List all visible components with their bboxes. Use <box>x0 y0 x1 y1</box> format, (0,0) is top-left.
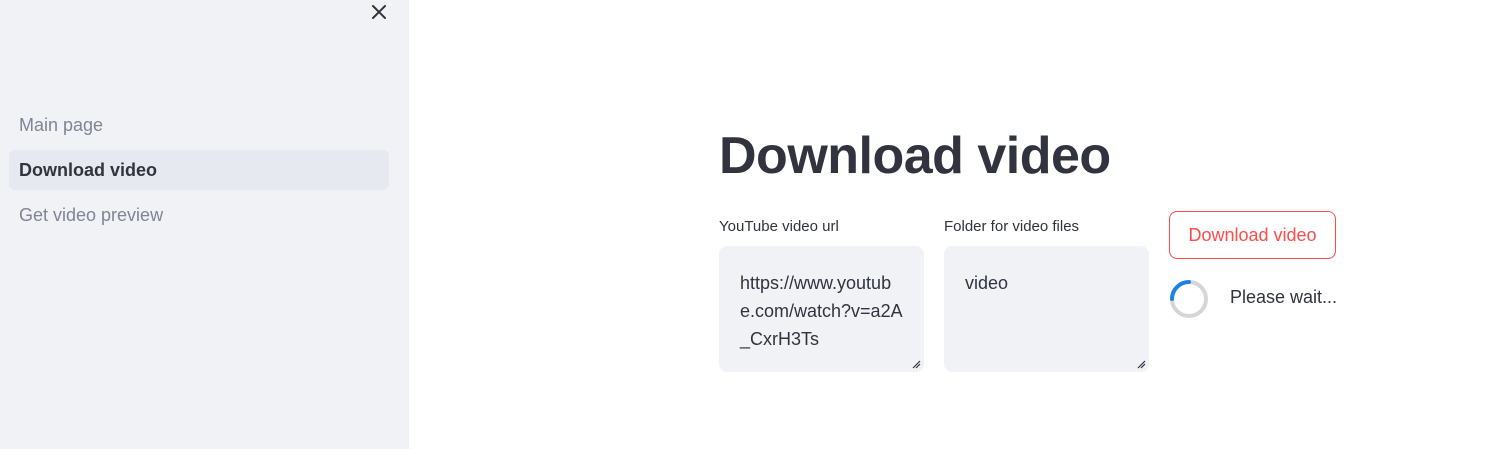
resize-handle-icon[interactable] <box>911 359 921 369</box>
sidebar-item-get-video-preview[interactable]: Get video preview <box>9 195 389 235</box>
main-content: Download video YouTube video url https:/… <box>409 0 1503 449</box>
url-textarea-value: https://www.youtube.com/watch?v=a2A_CxrH… <box>740 273 903 349</box>
folder-textarea[interactable]: video <box>944 246 1149 372</box>
app-root: Main page Download video Get video previ… <box>0 0 1503 449</box>
sidebar-nav: Main page Download video Get video previ… <box>9 105 389 240</box>
sidebar-item-main-page[interactable]: Main page <box>9 105 389 145</box>
sidebar-item-label: Download video <box>19 160 158 180</box>
folder-textarea-value: video <box>965 273 1009 293</box>
folder-field-group: Folder for video files video <box>944 216 1149 372</box>
url-field-label: YouTube video url <box>719 218 839 235</box>
close-icon <box>372 5 386 19</box>
download-video-button[interactable]: Download video <box>1169 211 1336 259</box>
spinner-icon <box>1170 280 1208 318</box>
close-sidebar-button[interactable] <box>368 1 390 23</box>
url-field-group: YouTube video url https://www.youtube.co… <box>719 216 924 372</box>
sidebar-item-download-video[interactable]: Download video <box>9 150 389 190</box>
resize-handle-icon[interactable] <box>1136 359 1146 369</box>
sidebar: Main page Download video Get video previ… <box>0 0 409 449</box>
folder-field-label: Folder for video files <box>944 218 1080 235</box>
url-textarea[interactable]: https://www.youtube.com/watch?v=a2A_CxrH… <box>719 246 924 372</box>
sidebar-item-label: Main page <box>19 115 104 135</box>
page-title: Download video <box>719 127 1111 185</box>
sidebar-item-label: Get video preview <box>19 205 164 225</box>
status-text: Please wait... <box>1230 287 1338 307</box>
